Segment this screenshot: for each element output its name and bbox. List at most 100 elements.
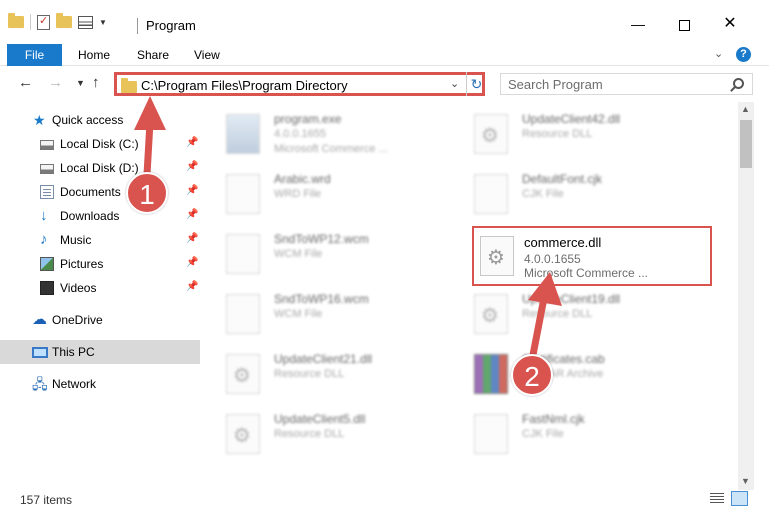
file-item-updateclient42-dll[interactable]: UpdateClient42.dll Resource DLL [452,104,692,164]
vertical-scrollbar[interactable]: ▲ ▼ [738,102,754,490]
sidebar-item-label: Network [52,377,97,391]
sidebar-item-label: Documents [60,185,121,199]
onedrive-icon: ☁ [32,311,47,328]
file-version: 4.0.0.1655 [524,252,581,266]
sidebar-item-music[interactable]: ♪ Music 📌 [0,228,200,252]
network-icon: 🖧 [32,376,48,392]
this-pc-icon [32,347,48,358]
help-icon[interactable]: ? [736,47,751,62]
tab-share[interactable]: Share [125,44,181,66]
winrar-archive-icon [474,354,508,394]
file-item-updateclient21-dll[interactable]: UpdateClient21.dll Resource DLL [204,344,444,404]
address-path[interactable]: C:\Program Files\Program Directory [141,78,348,93]
star-icon: ★ [33,112,46,128]
dll-file-icon [226,414,260,454]
sidebar-item-label: Pictures [60,257,104,271]
sidebar-item-pictures[interactable]: Pictures 📌 [0,252,200,276]
search-icon[interactable] [733,78,744,89]
file-type: Resource DLL [274,428,345,440]
file-name: UpdateClient21.dll [274,352,373,366]
up-arrow-icon[interactable]: ↑ [92,74,100,91]
properties-check-icon[interactable] [37,14,50,30]
file-name: UpdateClient5.dll [274,412,366,426]
pin-icon: 📌 [186,281,199,292]
sidebar-item-label: Music [60,233,92,247]
file-item-sndtowp16-wcm[interactable]: SndToWP16.wcm WCM File [204,284,444,344]
dll-file-icon [474,114,508,154]
file-icon [474,414,508,454]
large-icons-view-icon[interactable] [731,491,748,506]
new-folder-icon[interactable] [56,13,72,28]
file-name: SndToWP12.wcm [274,232,369,246]
quick-access-toolbar: ▼ [8,13,107,30]
file-name: FastNml.cjk [522,412,585,426]
refresh-icon[interactable]: ↻ [466,72,486,96]
file-item-sndtowp12-wcm[interactable]: SndToWP12.wcm WCM File [204,224,444,284]
pin-icon: 📌 [186,209,199,220]
tab-home[interactable]: Home [66,44,122,66]
file-type: WCM File [274,248,323,260]
dll-file-icon [226,354,260,394]
tab-file[interactable]: File [7,44,62,66]
file-icon [226,174,260,214]
maximize-button[interactable] [672,12,696,36]
file-icon [226,294,260,334]
file-icon [226,234,260,274]
sidebar-item-label: OneDrive [52,313,103,327]
scroll-thumb[interactable] [740,120,752,168]
step-badge-1: 1 [126,172,168,214]
expand-ribbon-chevron-icon[interactable]: ⌄ [714,47,723,60]
navigation-bar: ← → ▼ ↑ C:\Program Files\Program Directo… [0,66,769,102]
minimize-button[interactable]: — [626,12,650,36]
forward-arrow-icon[interactable]: → [48,74,63,91]
title-divider [137,18,138,34]
sidebar-item-onedrive[interactable]: ☁ OneDrive [0,308,200,332]
sidebar-item-label: Downloads [60,209,120,223]
scroll-down-arrow-icon[interactable]: ▼ [741,476,750,486]
sidebar-item-videos[interactable]: Videos 📌 [0,276,200,300]
dll-file-icon [480,236,514,276]
folder-icon [8,13,24,28]
tab-view[interactable]: View [182,44,232,66]
file-item-program-exe[interactable]: program.exe 4.0.0.1655 Microsoft Commerc… [204,104,444,164]
music-icon: ♪ [40,231,48,248]
file-item-updateclient5-dll[interactable]: UpdateClient5.dll Resource DLL [204,404,444,464]
scroll-up-arrow-icon[interactable]: ▲ [741,104,750,114]
sidebar-item-label: Videos [60,281,97,295]
address-history-chevron-icon[interactable]: ⌄ [450,77,459,90]
back-arrow-icon[interactable]: ← [18,74,33,91]
sidebar-item-label: Quick access [52,113,124,127]
file-name: commerce.dll [524,235,602,250]
file-list: program.exe 4.0.0.1655 Microsoft Commerc… [204,102,738,490]
step-badge-2: 2 [511,354,553,396]
sidebar-item-downloads[interactable]: ↓ Downloads 📌 [0,204,200,228]
file-description: Microsoft Commerce ... [274,143,388,155]
file-item-updateclient19-dll[interactable]: UpdateClient19.dll Resource DLL [452,284,692,344]
sidebar-item-this-pc[interactable]: This PC [0,340,200,364]
sidebar-item-network[interactable]: 🖧 Network [0,372,200,396]
search-input[interactable]: Search Program [508,77,603,92]
file-item-arabic-wrd[interactable]: Arabic.wrd WRD File [204,164,444,224]
file-name: SndToWP16.wcm [274,292,369,306]
pictures-icon [40,257,54,271]
customize-toolbar-chevron-icon[interactable]: ▼ [99,18,107,27]
file-type: WCM File [274,308,323,320]
file-item-commerce-dll[interactable]: commerce.dll 4.0.0.1655 Microsoft Commer… [472,226,712,286]
ribbon-tabs: File Home Share View ⌄ ? [0,44,769,66]
file-item-fastnml-cjk[interactable]: FastNml.cjk CJK File [452,404,692,464]
search-box[interactable]: Search Program [500,73,753,95]
file-item-defaultfont-cjk[interactable]: DefaultFont.cjk CJK File [452,164,692,224]
details-view-icon[interactable] [710,493,724,504]
downloads-icon: ↓ [40,207,48,224]
pin-icon: 📌 [186,185,199,196]
file-item-certificates-cab[interactable]: Certificates.cab WinRAR Archive [452,344,692,404]
pin-icon: 📌 [186,161,199,172]
close-button[interactable]: ✕ [718,12,742,36]
file-type: WRD File [274,188,322,200]
file-type: Resource DLL [522,128,593,140]
pin-icon: 📌 [186,233,199,244]
disk-icon [40,164,54,174]
sidebar-item-label: This PC [52,345,95,359]
recent-locations-chevron-icon[interactable]: ▼ [76,78,85,88]
properties-icon[interactable] [78,15,93,29]
